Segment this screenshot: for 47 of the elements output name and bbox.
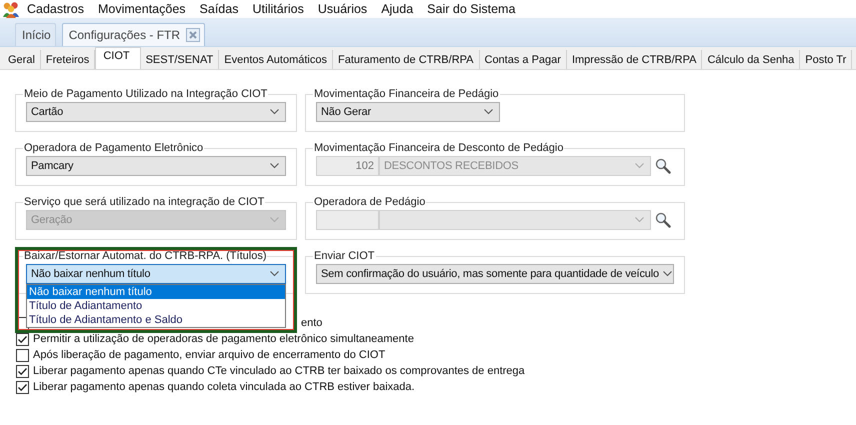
search-icon[interactable]	[655, 158, 671, 174]
menu-item[interactable]: Cadastros	[20, 2, 91, 16]
menu-item[interactable]: Utilitários	[245, 2, 311, 16]
checkbox-label: Após liberação de pagamento, enviar arquivo de encerramento do CIOT	[33, 349, 386, 361]
document-tab[interactable]: Início	[15, 23, 56, 46]
dropdown[interactable]: Cartão	[26, 102, 286, 122]
menu-item[interactable]: Saídas	[192, 2, 246, 16]
checkbox[interactable]	[16, 348, 29, 362]
dropdown[interactable]: Não baixar nenhum título	[26, 264, 286, 284]
menu-item[interactable]: Ajuda	[374, 2, 420, 16]
tab[interactable]: Contas a Pagar	[480, 50, 567, 69]
tab[interactable]: Posto Tr	[800, 50, 852, 69]
document-tab[interactable]: Configurações - FTR	[62, 23, 206, 46]
tab[interactable]: Faturamento de CTRB/RPA	[332, 50, 480, 69]
tab[interactable]: Impressão de CTRB/RPA	[566, 50, 702, 69]
close-icon[interactable]	[186, 28, 200, 42]
tab[interactable]: Geral	[3, 50, 41, 69]
search-icon[interactable]	[655, 212, 671, 228]
checkbox-label: ento	[301, 317, 322, 329]
tab[interactable]: Cálculo da Senha	[702, 50, 800, 69]
group-label: Meio de Pagamento Utilizado na Integração CIOT	[23, 88, 268, 100]
group-label: Baixar/Estornar Automat. do CTRB-RPA. (Títulos)	[23, 250, 268, 262]
group-label: Operadora de Pagamento Eletrônico	[23, 142, 204, 154]
users-icon	[2, 0, 20, 18]
checkbox[interactable]	[16, 380, 29, 394]
dropdown-option[interactable]: Não baixar nenhum título	[27, 285, 285, 299]
menu-item[interactable]: Movimentações	[90, 2, 193, 16]
menu-item[interactable]: Usuários	[310, 2, 374, 16]
dropdown[interactable]: Pamcary	[26, 156, 286, 176]
dropdown[interactable]: Sem confirmação do usuário, mas somente para quantidade de veículo	[316, 264, 674, 284]
checkbox-label: Liberar pagamento apenas quando CTe vinculado ao CTRB ter baixado os comprovantes de entrega	[33, 365, 525, 377]
group-label: Serviço que será utilizado na integração de CIOT	[23, 196, 266, 208]
checkbox-label: Liberar pagamento apenas quando coleta vinculada ao CTRB estiver baixada.	[33, 381, 415, 393]
menu-item[interactable]: Sair do Sistema	[420, 2, 522, 16]
dropdown-option[interactable]: Título de Adiantamento e Saldo	[27, 313, 285, 327]
checkbox-label: Permitir a utilização de operadoras de pagamento eletrônico simultaneamente	[33, 333, 414, 345]
tab[interactable]: Eventos Automáticos	[219, 50, 333, 69]
checkbox[interactable]	[16, 364, 29, 378]
checkbox[interactable]	[16, 332, 29, 346]
dropdown[interactable]: Não Gerar	[316, 102, 500, 122]
group-label: Operadora de Pedágio	[313, 196, 426, 208]
group-label: Movimentação Financeira de Pedágio	[313, 88, 500, 100]
group-label: Enviar CIOT	[313, 250, 376, 262]
group-label: Movimentação Financeira de Desconto de Pedágio	[313, 142, 564, 154]
tab[interactable]: CIOT	[95, 47, 141, 69]
dropdown-option[interactable]: Título de Adiantamento	[27, 299, 285, 313]
tab[interactable]: SEST/SENAT	[140, 50, 220, 69]
